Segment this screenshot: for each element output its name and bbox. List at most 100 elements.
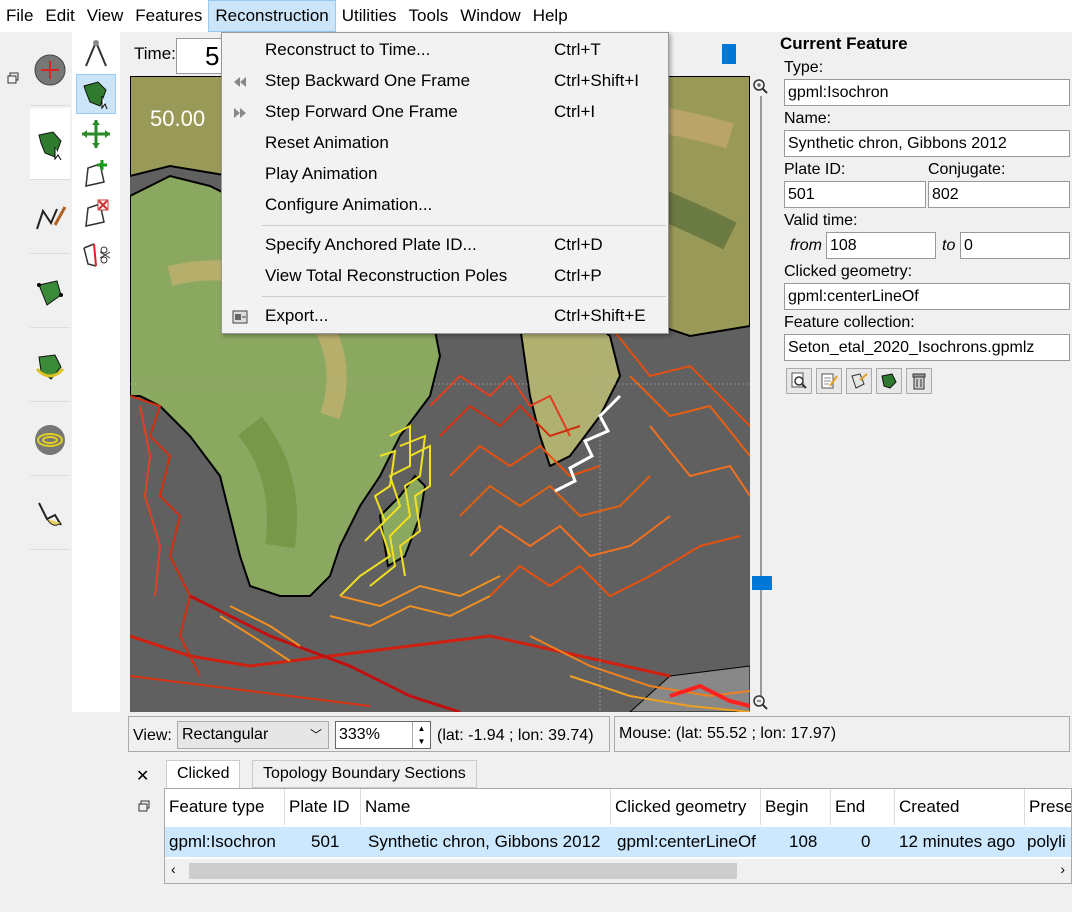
tool-group-small-circle[interactable] xyxy=(30,404,70,476)
menu-tools[interactable]: Tools xyxy=(403,0,455,32)
mouse-coordinates: Mouse: (lat: 55.52 ; lon: 17.97) xyxy=(619,725,837,742)
cell-name: Synthetic chron, Gibbons 2012 xyxy=(368,832,601,851)
menu-item-reset-animation[interactable]: Reset Animation xyxy=(222,129,668,159)
menu-item-play-animation[interactable]: Play Animation xyxy=(222,160,668,190)
view-controls: View: Rectangular ﹀ 333% ▲ ▼ (lat: -1.94 … xyxy=(128,716,610,752)
tool-group-drag-globe[interactable] xyxy=(30,34,70,106)
menu-item-reconstruct-to-time[interactable]: Reconstruct to Time... Ctrl+T xyxy=(222,36,668,66)
column-header-end[interactable]: End xyxy=(831,789,895,825)
tool-choose-feature[interactable] xyxy=(76,74,116,114)
menu-file[interactable]: File xyxy=(0,0,39,32)
menu-view[interactable]: View xyxy=(81,0,130,32)
time-slider-handle[interactable] xyxy=(722,44,736,64)
menu-item-label: Specify Anchored Plate ID... xyxy=(265,235,477,254)
zoom-level-spinbox[interactable]: 333% ▲ ▼ xyxy=(335,721,431,749)
menu-window[interactable]: Window xyxy=(454,0,526,32)
menubar: File Edit View Features Reconstruction U… xyxy=(0,0,1072,32)
menu-item-view-total-poles[interactable]: View Total Reconstruction Poles Ctrl+P xyxy=(222,262,668,292)
tool-group-pole-manipulation[interactable] xyxy=(30,330,70,402)
valid-time-label: Valid time: xyxy=(784,212,858,229)
tool-group-digitise[interactable] xyxy=(30,182,70,254)
menu-item-shortcut: Ctrl+P xyxy=(554,266,602,285)
begin-time-field[interactable]: 108 xyxy=(826,232,936,259)
tool-measure-distance[interactable] xyxy=(76,34,116,74)
spin-down-icon[interactable]: ▼ xyxy=(413,735,430,748)
tool-palette xyxy=(72,32,120,712)
globe-time-overlay: 50.00 xyxy=(150,106,206,131)
tab-clicked[interactable]: Clicked xyxy=(166,760,241,790)
menu-item-shortcut: Ctrl+Shift+I xyxy=(554,71,640,90)
column-header-name[interactable]: Name xyxy=(361,789,611,825)
menu-reconstruction[interactable]: Reconstruction xyxy=(208,0,336,32)
view-label: View: xyxy=(133,727,172,744)
trash-icon xyxy=(912,373,926,390)
type-label: Type: xyxy=(784,59,824,76)
tab-topology-boundary-sections[interactable]: Topology Boundary Sections xyxy=(252,760,477,788)
horizontal-scrollbar[interactable]: ‹ › xyxy=(165,859,1071,883)
clicked-geometry-field[interactable]: gpml:centerLineOf xyxy=(784,283,1070,310)
menu-utilities[interactable]: Utilities xyxy=(336,0,403,32)
cell-clicked-geometry: gpml:centerLineOf xyxy=(617,832,756,851)
zoom-in-icon[interactable] xyxy=(752,78,768,94)
clone-feature-button[interactable] xyxy=(876,368,902,394)
menu-item-configure-animation[interactable]: Configure Animation... xyxy=(222,191,668,221)
table-row[interactable]: gpml:Isochron 501 Synthetic chron, Gibbo… xyxy=(165,827,1071,857)
menu-help[interactable]: Help xyxy=(527,0,574,32)
menu-item-step-forward[interactable]: Step Forward One Frame Ctrl+I xyxy=(222,98,668,128)
zoom-track xyxy=(760,96,762,696)
scrollbar-thumb[interactable] xyxy=(189,863,737,879)
delete-feature-button[interactable] xyxy=(906,368,932,394)
name-field[interactable]: Synthetic chron, Gibbons 2012 xyxy=(784,130,1070,157)
cell-end: 0 xyxy=(861,832,871,851)
tool-split-feature[interactable] xyxy=(76,234,116,274)
column-header-clicked-geometry[interactable]: Clicked geometry xyxy=(611,789,761,825)
float-dock-icon[interactable] xyxy=(138,800,150,812)
menu-edit[interactable]: Edit xyxy=(39,0,80,32)
scroll-left-icon[interactable]: ‹ xyxy=(171,861,176,877)
menu-item-label: Reset Animation xyxy=(265,133,389,152)
column-header-feature-type[interactable]: Feature type xyxy=(165,789,285,825)
tool-move-vertex[interactable] xyxy=(76,114,116,154)
menu-item-export[interactable]: Export... Ctrl+Shift+E xyxy=(222,302,668,332)
tool-insert-vertex[interactable] xyxy=(76,154,116,194)
conjugate-field[interactable]: 802 xyxy=(928,181,1070,208)
tool-delete-vertex[interactable] xyxy=(76,194,116,234)
globe-rotate-icon xyxy=(34,54,66,85)
query-feature-button[interactable] xyxy=(786,368,812,394)
menu-item-specify-anchored-plate[interactable]: Specify Anchored Plate ID... Ctrl+D xyxy=(222,231,668,261)
column-header-present[interactable]: Prese xyxy=(1025,789,1071,825)
hellinger-icon xyxy=(38,502,62,526)
float-dock-icon[interactable] xyxy=(7,72,19,84)
zoom-out-icon[interactable] xyxy=(752,694,768,710)
column-header-created[interactable]: Created xyxy=(895,789,1025,825)
projection-select[interactable]: Rectangular ﹀ xyxy=(177,721,329,749)
plate-id-label: Plate ID: xyxy=(784,161,846,178)
edit-feature-button[interactable] xyxy=(816,368,842,394)
clone-geometry-button[interactable] xyxy=(846,368,872,394)
tool-groups xyxy=(30,32,70,554)
column-header-begin[interactable]: Begin xyxy=(761,789,831,825)
close-icon[interactable]: ✕ xyxy=(136,766,149,786)
zoom-slider-handle[interactable] xyxy=(752,576,772,590)
type-field[interactable]: gpml:Isochron xyxy=(784,79,1070,106)
column-header-plate-id[interactable]: Plate ID xyxy=(285,789,361,825)
feature-table-panel: ✕ Clicked Topology Boundary Sections Fea… xyxy=(128,756,1072,886)
tool-group-hellinger[interactable] xyxy=(30,478,70,550)
left-dock-strip xyxy=(0,32,28,912)
menu-separator xyxy=(262,225,666,226)
scissors-split-icon xyxy=(83,243,111,267)
scroll-right-icon[interactable]: › xyxy=(1060,861,1065,877)
cell-feature-type: gpml:Isochron xyxy=(169,832,276,851)
zoom-slider xyxy=(750,76,774,712)
plate-id-field[interactable]: 501 xyxy=(784,181,926,208)
feature-collection-field[interactable]: Seton_etal_2020_Isochrons.gpmlz xyxy=(784,334,1070,361)
menu-item-step-backward[interactable]: Step Backward One Frame Ctrl+Shift+I xyxy=(222,67,668,97)
time-input[interactable]: 5 xyxy=(176,38,222,74)
clicked-features-table: Feature type Plate ID Name Clicked geome… xyxy=(164,788,1072,884)
spin-up-icon[interactable]: ▲ xyxy=(413,722,430,735)
spin-buttons[interactable]: ▲ ▼ xyxy=(412,722,430,748)
menu-features[interactable]: Features xyxy=(129,0,208,32)
tool-group-topology[interactable] xyxy=(30,256,70,328)
end-time-field[interactable]: 0 xyxy=(960,232,1070,259)
tool-group-feature-inspection[interactable] xyxy=(30,108,70,180)
